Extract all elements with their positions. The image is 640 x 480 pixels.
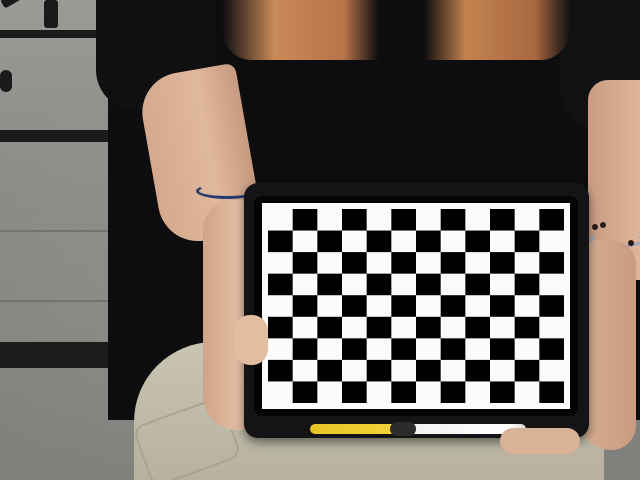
board-square bbox=[465, 359, 490, 382]
board-square bbox=[268, 230, 293, 253]
board-square bbox=[292, 252, 318, 274]
board-square bbox=[391, 209, 416, 231]
board-square bbox=[490, 295, 515, 317]
board-square bbox=[465, 230, 490, 253]
board-square bbox=[514, 316, 540, 339]
stand-wheel bbox=[0, 70, 12, 92]
stylus-pencil bbox=[310, 424, 526, 434]
board-square bbox=[539, 381, 564, 403]
board-square bbox=[416, 316, 441, 339]
board-square bbox=[514, 359, 540, 382]
bracelet-bead bbox=[628, 240, 634, 246]
board-square bbox=[514, 273, 540, 296]
board-square bbox=[391, 381, 416, 403]
board-square bbox=[416, 273, 441, 296]
board-square bbox=[416, 359, 441, 382]
metal-rail-top bbox=[0, 30, 110, 38]
board-square bbox=[292, 381, 318, 403]
board-square bbox=[342, 295, 367, 317]
board-square bbox=[440, 209, 466, 231]
board-square bbox=[268, 316, 293, 339]
board-square bbox=[366, 359, 392, 382]
board-square bbox=[440, 381, 466, 403]
board-square bbox=[342, 381, 367, 403]
board-square bbox=[440, 338, 466, 360]
board-square bbox=[490, 209, 515, 231]
board-square bbox=[416, 230, 441, 253]
board-square bbox=[292, 295, 318, 317]
board-square bbox=[317, 316, 342, 339]
board-square bbox=[465, 316, 490, 339]
board-square bbox=[391, 295, 416, 317]
board-square bbox=[490, 381, 515, 403]
checkerboard-pattern bbox=[262, 203, 570, 409]
photo-scene bbox=[0, 0, 640, 480]
hair-tips bbox=[222, 0, 570, 60]
board-square bbox=[317, 273, 342, 296]
board-square bbox=[366, 273, 392, 296]
board-square bbox=[440, 252, 466, 274]
board-square bbox=[317, 230, 342, 253]
checkerboard-svg bbox=[262, 203, 570, 409]
board-square bbox=[342, 338, 367, 360]
stylus-holder bbox=[390, 422, 416, 436]
bracelet-bead bbox=[592, 224, 598, 230]
board-square bbox=[539, 209, 564, 231]
stand-leg bbox=[44, 0, 58, 28]
bracelet-bead bbox=[600, 222, 606, 228]
board-square bbox=[490, 338, 515, 360]
board-square bbox=[465, 273, 490, 296]
board-square bbox=[366, 230, 392, 253]
board-square bbox=[391, 252, 416, 274]
board-square bbox=[514, 230, 540, 253]
board-square bbox=[317, 359, 342, 382]
board-square bbox=[342, 209, 367, 231]
left-thumb bbox=[234, 315, 268, 365]
board-square bbox=[342, 252, 367, 274]
board-square bbox=[366, 316, 392, 339]
board-square bbox=[539, 252, 564, 274]
board-square bbox=[268, 359, 293, 382]
board-square bbox=[440, 295, 466, 317]
board-square bbox=[391, 338, 416, 360]
right-finger bbox=[500, 428, 580, 454]
board-square bbox=[490, 252, 515, 274]
board-square bbox=[268, 273, 293, 296]
board-square bbox=[292, 338, 318, 360]
board-square bbox=[292, 209, 318, 231]
board-square bbox=[539, 338, 564, 360]
board-square bbox=[539, 295, 564, 317]
